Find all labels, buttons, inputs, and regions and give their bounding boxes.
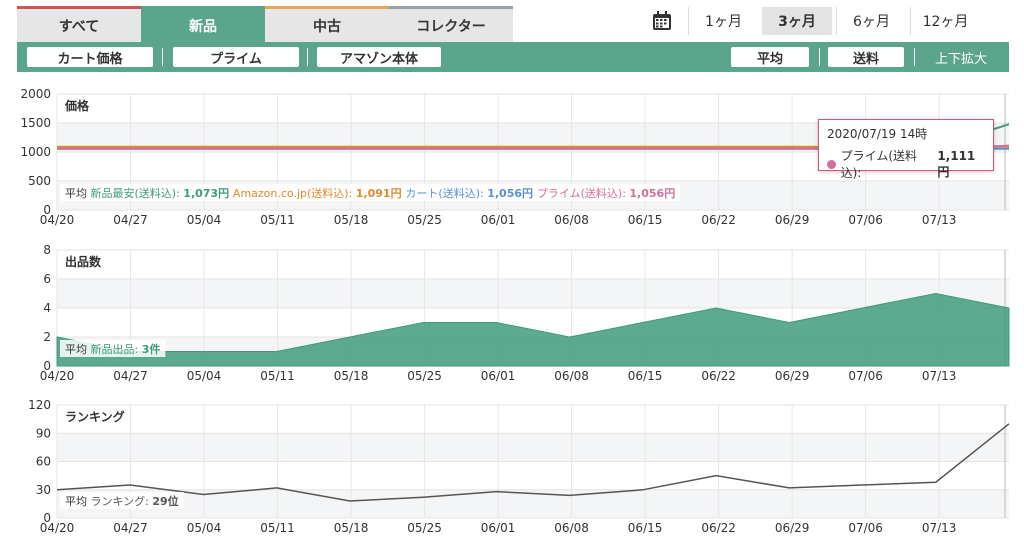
shipping-button[interactable]: 送料 xyxy=(828,47,904,67)
y-tick-label: 500 xyxy=(28,174,51,188)
vertical-zoom-toggle[interactable]: 上下拡大 xyxy=(935,47,987,67)
x-tick-label: 07/13 xyxy=(922,521,957,535)
y-tick-label: 1500 xyxy=(20,116,51,130)
x-tick-label: 06/08 xyxy=(554,521,589,535)
price-tooltip: 2020/07/19 14時 プライム(送料込): 1,111円 xyxy=(818,119,994,180)
y-tick-label: 90 xyxy=(36,426,51,440)
x-tick-label: 07/06 xyxy=(848,369,883,383)
x-tick-label: 06/22 xyxy=(701,521,736,535)
x-tick-label: 06/01 xyxy=(481,521,516,535)
x-tick-label: 05/11 xyxy=(260,521,295,535)
divider xyxy=(162,48,163,66)
tab-used[interactable]: 中古 xyxy=(265,6,389,42)
tab-collector[interactable]: コレクター xyxy=(389,6,513,42)
tab-new[interactable]: 新品 xyxy=(141,6,265,42)
x-tick-label: 07/13 xyxy=(922,369,957,383)
x-tick-label: 05/04 xyxy=(187,521,222,535)
x-tick-label: 06/01 xyxy=(481,213,516,227)
x-tick-label: 04/27 xyxy=(113,521,148,535)
divider xyxy=(307,48,308,66)
prime-button[interactable]: プライム xyxy=(173,47,299,67)
range-6m[interactable]: 6ヶ月 xyxy=(836,7,906,35)
x-tick-label: 04/27 xyxy=(113,369,148,383)
y-tick-label: 2 xyxy=(43,330,51,344)
cart-price-button[interactable]: カート価格 xyxy=(27,47,153,67)
x-tick-label: 07/06 xyxy=(848,213,883,227)
y-tick-label: 30 xyxy=(36,483,51,497)
average-button[interactable]: 平均 xyxy=(731,47,809,67)
x-tick-label: 06/29 xyxy=(775,213,810,227)
chart-title: ランキング xyxy=(65,409,125,424)
range-3m[interactable]: 3ヶ月 xyxy=(762,7,832,35)
x-tick-label: 07/13 xyxy=(922,213,957,227)
range-1m[interactable]: 1ヶ月 xyxy=(688,7,758,35)
grid-band xyxy=(57,279,1009,308)
x-tick-label: 06/15 xyxy=(628,521,663,535)
x-tick-label: 05/25 xyxy=(407,521,442,535)
y-tick-label: 60 xyxy=(36,455,51,469)
divider xyxy=(819,48,820,66)
average-legend-text: 平均 ランキング: 29位 xyxy=(65,494,179,508)
tooltip-label: プライム(送料込): xyxy=(840,149,918,180)
tooltip-value: 1,111円 xyxy=(937,148,976,179)
x-tick-label: 06/15 xyxy=(628,213,663,227)
chart-title: 出品数 xyxy=(65,254,102,269)
average-legend-text: 平均 新品最安(送料込): 1,073円 Amazon.co.jp(送料込): … xyxy=(65,186,675,200)
x-tick-label: 05/25 xyxy=(407,369,442,383)
x-tick-label: 06/29 xyxy=(775,521,810,535)
y-tick-label: 6 xyxy=(43,272,51,286)
prime-dot-icon xyxy=(827,159,836,169)
average-legend: 平均 新品出品: 3件 xyxy=(60,340,166,357)
x-tick-label: 05/11 xyxy=(260,369,295,383)
average-legend: 平均 ランキング: 29位 xyxy=(60,492,184,509)
y-tick-label: 8 xyxy=(43,243,51,257)
ranking-chart: 030609012004/20 04/27 05/04 05/11 05/18 05/25… xyxy=(28,398,1010,535)
x-tick-label: 07/06 xyxy=(848,521,883,535)
x-tick-label: 05/04 xyxy=(187,213,222,227)
y-tick-label: 2000 xyxy=(20,87,51,101)
y-tick-label: 4 xyxy=(43,301,51,315)
x-tick-label: 04/20 xyxy=(40,213,75,227)
chart-title: 価格 xyxy=(64,98,90,113)
x-tick-label: 04/27 xyxy=(113,213,148,227)
x-tick-label: 05/18 xyxy=(334,521,369,535)
y-tick-label: 120 xyxy=(28,398,51,412)
x-tick-label: 05/18 xyxy=(334,213,369,227)
offer-count-chart: 0246804/20 04/27 05/04 05/11 05/18 05/25 06/01… xyxy=(40,243,1010,383)
average-legend-text: 平均 新品出品: 3件 xyxy=(65,342,160,356)
range-12m[interactable]: 12ヶ月 xyxy=(910,7,980,35)
amazon-button[interactable]: アマゾン本体 xyxy=(317,47,441,67)
x-tick-label: 06/29 xyxy=(775,369,810,383)
grid-band xyxy=(57,433,1009,462)
condition-tabs: すべて 新品 中古 コレクター xyxy=(17,6,513,42)
x-tick-label: 06/08 xyxy=(554,213,589,227)
x-tick-label: 05/18 xyxy=(334,369,369,383)
y-tick-label: 1000 xyxy=(20,145,51,159)
x-tick-label: 04/20 xyxy=(40,521,75,535)
average-legend: 平均 新品最安(送料込): 1,073円 Amazon.co.jp(送料込): … xyxy=(60,184,681,201)
toolbar: カート価格 プライム アマゾン本体 平均 送料 上下拡大 xyxy=(17,42,1009,72)
x-tick-label: 05/11 xyxy=(260,213,295,227)
x-tick-label: 06/22 xyxy=(701,369,736,383)
tab-all[interactable]: すべて xyxy=(17,6,141,42)
x-tick-label: 06/08 xyxy=(554,369,589,383)
x-tick-label: 06/01 xyxy=(481,369,516,383)
x-tick-label: 06/22 xyxy=(701,213,736,227)
x-tick-label: 04/20 xyxy=(40,369,75,383)
range-selector: 1ヶ月 3ヶ月 6ヶ月 12ヶ月 xyxy=(640,6,980,36)
tooltip-time: 2020/07/19 14時 xyxy=(827,127,928,141)
x-tick-label: 05/04 xyxy=(187,369,222,383)
x-tick-label: 05/25 xyxy=(407,213,442,227)
x-tick-label: 06/15 xyxy=(628,369,663,383)
divider xyxy=(914,48,915,66)
calendar-icon[interactable] xyxy=(640,6,684,36)
